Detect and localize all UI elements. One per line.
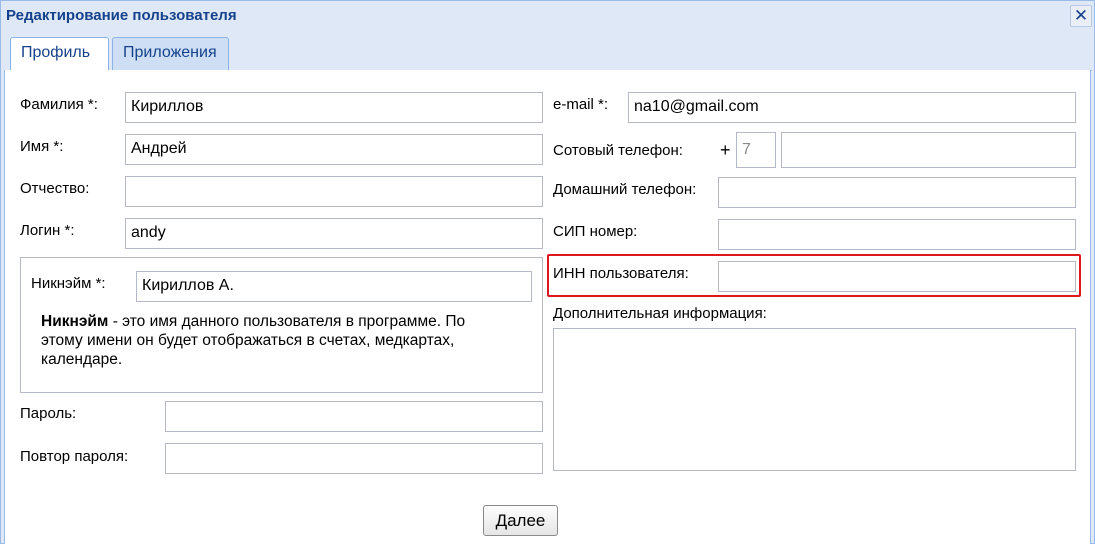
dialog-title: Редактирование пользователя — [6, 7, 237, 24]
home-phone-input[interactable] — [718, 177, 1076, 208]
first-name-label: Имя *: — [20, 138, 64, 155]
tab-applications[interactable]: Приложения — [112, 37, 229, 71]
nickname-help-bold: Никнэйм — [41, 313, 109, 330]
sip-label: СИП номер: — [553, 223, 638, 240]
inn-label: ИНН пользователя: — [553, 265, 689, 282]
close-button[interactable]: ✕ — [1070, 5, 1092, 27]
last-name-label: Фамилия *: — [20, 96, 98, 113]
mobile-phone-label: Сотовый телефон: — [553, 142, 683, 159]
close-icon: ✕ — [1073, 6, 1089, 25]
password-repeat-input[interactable] — [165, 443, 543, 474]
login-label: Логин *: — [20, 222, 75, 239]
nickname-help-text: Никнэйм - это имя данного пользователя в… — [41, 312, 511, 369]
extra-info-textarea[interactable] — [553, 328, 1076, 471]
tab-strip: Профиль Приложения — [5, 31, 1092, 72]
first-name-input[interactable]: Андрей — [125, 134, 543, 165]
login-input[interactable]: andy — [125, 218, 543, 249]
tab-profile[interactable]: Профиль — [10, 37, 109, 72]
password-repeat-label: Повтор пароля: — [20, 448, 129, 465]
sip-input[interactable] — [718, 219, 1076, 250]
mobile-country-code-input[interactable]: 7 — [736, 132, 776, 168]
nickname-input[interactable]: Кириллов А. — [136, 271, 532, 302]
email-label: e-mail *: — [553, 96, 609, 113]
password-label: Пароль: — [20, 405, 77, 422]
mobile-plus-sign: + — [720, 140, 731, 160]
email-input[interactable]: na10@gmail.com — [628, 92, 1076, 123]
home-phone-label: Домашний телефон: — [553, 181, 697, 198]
extra-info-label: Дополнительная информация: — [553, 305, 767, 322]
middle-name-label: Отчество: — [20, 180, 90, 197]
inn-input[interactable] — [718, 261, 1076, 292]
next-button[interactable]: Далее — [483, 505, 558, 536]
nickname-label: Никнэйм *: — [31, 275, 106, 292]
mobile-number-input[interactable] — [781, 132, 1076, 168]
last-name-input[interactable]: Кириллов — [125, 92, 543, 123]
dialog-titlebar[interactable]: Редактирование пользователя ✕ — [1, 1, 1094, 31]
password-input[interactable] — [165, 401, 543, 432]
middle-name-input[interactable] — [125, 176, 543, 207]
